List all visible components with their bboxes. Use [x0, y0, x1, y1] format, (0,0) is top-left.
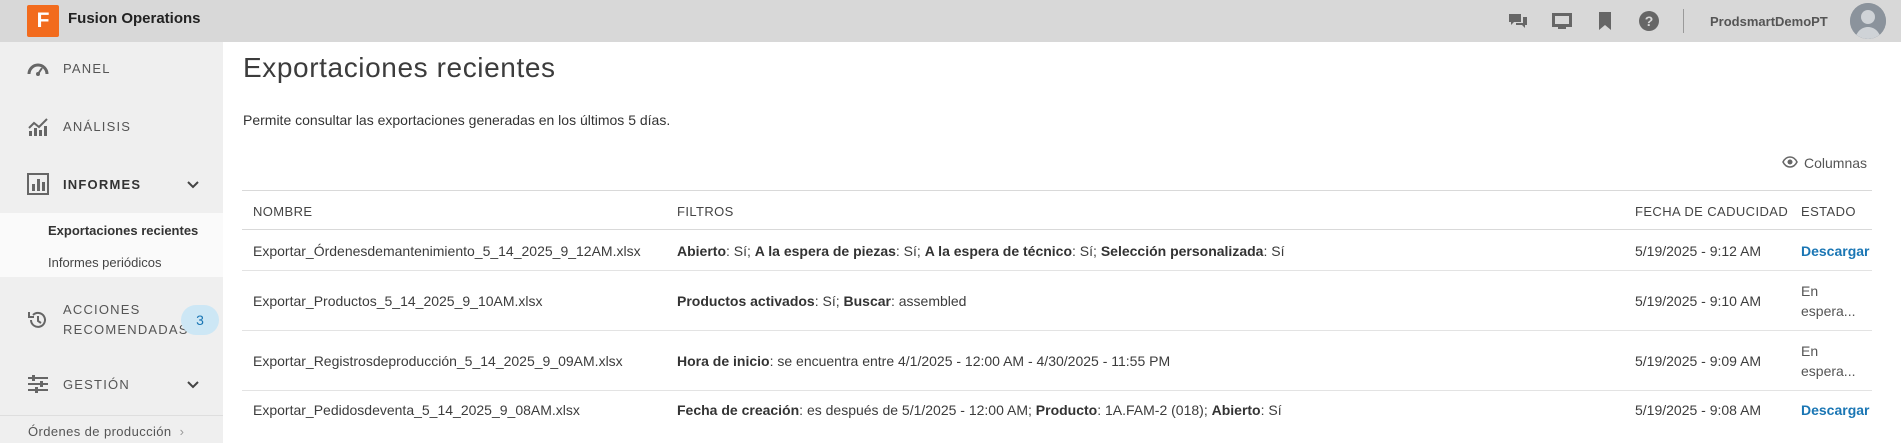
expiry-date: 5/19/2025 - 9:12 AM [1635, 243, 1762, 259]
status-text-line1: En [1801, 283, 1819, 299]
chevron-down-icon[interactable] [186, 177, 200, 191]
export-filters: Productos activados: Sí; Buscar: assembl… [677, 293, 966, 309]
analytics-chart-icon [26, 114, 50, 138]
sidebar-link-label: Órdenes de producción [28, 424, 172, 439]
user-name[interactable]: ProdsmartDemoPT [1710, 14, 1828, 29]
sidebar-item-label: ACCIONES RECOMENDADAS [63, 300, 189, 340]
chevron-right-icon: › [179, 424, 185, 439]
filter-key: Fecha de creación [677, 402, 800, 418]
table-row: Exportar_Pedidosdeventa_5_14_2025_9_08AM… [242, 391, 1872, 431]
export-filters: Abierto: Sí; A la espera de piezas: Sí; … [677, 243, 1284, 259]
status-pending: En espera... [1801, 341, 1861, 381]
export-filters: Fecha de creación: es después de 5/1/202… [677, 402, 1282, 418]
column-header-status[interactable]: ESTADO [1801, 204, 1856, 219]
submenu-item-periodic-reports[interactable]: Informes periódicos [48, 255, 161, 270]
filter-key: Selección personalizada [1100, 243, 1264, 259]
sidebar-item-label: PANEL [63, 60, 111, 76]
submenu-item-recent-exports[interactable]: Exportaciones recientes [48, 223, 198, 238]
filter-value: : Sí [1263, 243, 1285, 259]
columns-button[interactable]: Columnas [1782, 155, 1867, 171]
sidebar-link-production-orders[interactable]: Órdenes de producción › [28, 424, 184, 439]
sliders-icon [26, 372, 50, 396]
download-link[interactable]: Descargar [1801, 243, 1870, 259]
export-file-name: Exportar_Pedidosdeventa_5_14_2025_9_08AM… [253, 402, 580, 418]
count-badge: 3 [181, 305, 219, 335]
sidebar-item-recommended-actions[interactable]: ACCIONES RECOMENDADAS 3 [0, 296, 223, 344]
reports-icon [26, 172, 50, 196]
column-header-expiry-date[interactable]: FECHA DE CADUCIDAD [1635, 204, 1788, 219]
table-header-row: NOMBRE FILTROS FECHA DE CADUCIDAD ESTADO [242, 190, 1872, 230]
expiry-date: 5/19/2025 - 9:10 AM [1635, 293, 1762, 309]
filter-key: Buscar [843, 293, 891, 309]
filter-value: : Sí [1260, 402, 1282, 418]
filter-key: Producto [1035, 402, 1098, 418]
table-row: Exportar_Órdenesdemantenimiento_5_14_202… [242, 230, 1872, 271]
filter-value: : assembled [890, 293, 967, 309]
sidebar: PANEL ANÁLISIS INFORMES Exportaciones re… [0, 42, 223, 443]
screen-icon[interactable] [1549, 9, 1575, 33]
help-icon[interactable]: ? [1636, 9, 1662, 33]
gauge-icon [26, 56, 50, 80]
filter-value: : se encuentra entre 4/1/2025 - 12:00 AM… [769, 353, 1171, 369]
filter-value: : Sí; [814, 293, 844, 309]
filter-value: : Sí; [1072, 243, 1101, 259]
sidebar-item-label: INFORMES [63, 176, 142, 192]
sidebar-item-analysis[interactable]: ANÁLISIS [0, 106, 223, 146]
table-row: Exportar_Registrosdeproducción_5_14_2025… [242, 331, 1872, 391]
sidebar-item-management[interactable]: GESTIÓN [0, 364, 223, 404]
sidebar-item-panel[interactable]: PANEL [0, 48, 223, 88]
table-row: Exportar_Productos_5_14_2025_9_10AM.xlsx… [242, 271, 1872, 331]
sidebar-item-label-line1: ACCIONES [63, 302, 141, 317]
svg-text:?: ? [1645, 13, 1654, 29]
bookmark-icon[interactable] [1592, 9, 1618, 33]
expiry-date: 5/19/2025 - 9:08 AM [1635, 402, 1762, 418]
export-file-name: Exportar_Productos_5_14_2025_9_10AM.xlsx [253, 293, 543, 309]
filter-value: : es después de 5/1/2025 - 12:00 AM; [799, 402, 1036, 418]
app-logo[interactable]: F [27, 5, 59, 37]
filter-key: Abierto [677, 243, 726, 259]
columns-button-label: Columnas [1804, 155, 1868, 171]
history-icon [26, 308, 50, 332]
filter-value: : Sí; [726, 243, 755, 259]
chevron-down-icon[interactable] [186, 377, 200, 391]
column-header-filters[interactable]: FILTROS [677, 204, 734, 219]
column-header-name[interactable]: NOMBRE [253, 204, 312, 219]
app-title[interactable]: Fusion Operations [68, 10, 201, 27]
page-title: Exportaciones recientes [243, 52, 556, 83]
status-text-line1: En [1801, 343, 1819, 359]
sidebar-item-label: GESTIÓN [63, 376, 130, 392]
filter-key: A la espera de técnico [924, 243, 1073, 259]
export-file-name: Exportar_Registrosdeproducción_5_14_2025… [253, 353, 623, 369]
expiry-date: 5/19/2025 - 9:09 AM [1635, 353, 1762, 369]
filter-key: A la espera de piezas [754, 243, 896, 259]
export-filters: Hora de inicio: se encuentra entre 4/1/2… [677, 353, 1170, 369]
avatar[interactable] [1850, 3, 1886, 39]
chat-icon[interactable] [1505, 9, 1531, 33]
sidebar-item-reports[interactable]: INFORMES [0, 164, 223, 204]
top-bar: F Fusion Operations ? ProdsmartDemoPT [0, 0, 1901, 42]
status-text-line2: espera... [1801, 303, 1856, 319]
eye-icon [1782, 155, 1798, 171]
page-description: Permite consultar las exportaciones gene… [243, 112, 671, 128]
filter-value: : 1A.FAM-2 (018); [1097, 402, 1212, 418]
status-pending: En espera... [1801, 281, 1861, 321]
download-link[interactable]: Descargar [1801, 402, 1870, 418]
filter-key: Abierto [1211, 402, 1261, 418]
sidebar-divider [0, 415, 223, 416]
sidebar-item-label-line2: RECOMENDADAS [63, 322, 189, 337]
filter-key: Hora de inicio [677, 353, 770, 369]
topbar-divider [1683, 9, 1684, 33]
sidebar-item-label: ANÁLISIS [63, 118, 132, 134]
export-file-name: Exportar_Órdenesdemantenimiento_5_14_202… [253, 243, 641, 259]
status-text-line2: espera... [1801, 363, 1856, 379]
reports-submenu: Exportaciones recientes Informes periódi… [0, 213, 223, 277]
filter-value: : Sí; [895, 243, 925, 259]
filter-key: Productos activados [677, 293, 815, 309]
